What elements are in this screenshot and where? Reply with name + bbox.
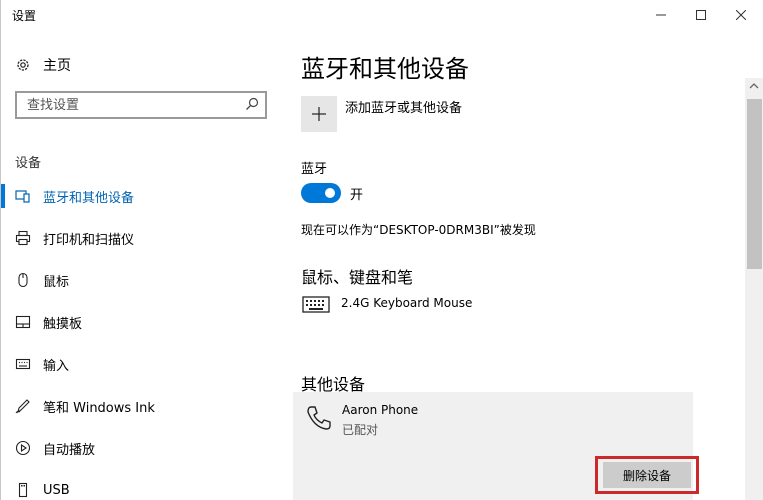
phone-icon (307, 406, 331, 430)
usb-icon (15, 482, 31, 498)
bluetooth-toggle[interactable] (301, 183, 341, 203)
minimize-button[interactable] (643, 0, 679, 30)
close-icon (736, 10, 746, 20)
sidebar-item-autoplay[interactable]: 自动播放 (1, 427, 283, 469)
sidebar: 主页 设备 蓝牙和其他设备 打印机和扫描仪 (1, 30, 283, 500)
sidebar-item-label: 输入 (43, 358, 70, 374)
sidebar-nav: 蓝牙和其他设备 打印机和扫描仪 鼠标 触摸板 输入 笔和 Windows Ink… (1, 175, 283, 500)
search-box[interactable] (15, 91, 267, 119)
home-label: 主页 (43, 58, 71, 74)
printer-icon (15, 230, 31, 246)
gear-icon (17, 59, 29, 71)
sidebar-item-label: USB (43, 482, 70, 498)
scrollbar[interactable] (745, 78, 763, 500)
remove-device-button[interactable]: 删除设备 (603, 462, 691, 488)
close-button[interactable] (723, 0, 759, 30)
mouse-keyboard-pen-heading: 鼠标、键盘和笔 (301, 268, 414, 287)
main-content: 蓝牙和其他设备 添加蓝牙或其他设备 蓝牙 开 现在可以作为“DESKTOP-0D… (293, 30, 751, 500)
scroll-up-arrow-icon[interactable] (749, 82, 759, 90)
maximize-icon (696, 10, 706, 20)
sidebar-item-typing[interactable]: 输入 (1, 343, 283, 385)
window-title: 设置 (12, 9, 37, 23)
page-title: 蓝牙和其他设备 (301, 55, 469, 83)
maximize-button[interactable] (683, 0, 719, 30)
bluetooth-heading: 蓝牙 (301, 162, 328, 177)
sidebar-item-bluetooth[interactable]: 蓝牙和其他设备 (1, 175, 283, 217)
sidebar-item-label: 自动播放 (43, 442, 96, 458)
keyboard-input-icon (15, 356, 31, 372)
plus-icon (312, 107, 326, 121)
phone-device-status: 已配对 (342, 423, 379, 437)
touchpad-icon (15, 314, 31, 330)
phone-device-name: Aaron Phone (342, 403, 419, 417)
keyboard-mouse-device[interactable]: 2.4G Keyboard Mouse (301, 293, 472, 323)
settings-window: 设置 主页 设备 (0, 0, 763, 500)
section-label-devices: 设备 (15, 156, 42, 171)
sidebar-item-printers[interactable]: 打印机和扫描仪 (1, 217, 283, 259)
sidebar-home[interactable]: 主页 (15, 54, 71, 76)
bluetooth-toggle-label: 开 (350, 188, 364, 203)
sidebar-item-label: 触摸板 (43, 316, 83, 332)
add-device-button[interactable] (301, 96, 337, 132)
keyboard-icon (302, 296, 330, 313)
mouse-icon (15, 272, 31, 288)
keyboard-device-name: 2.4G Keyboard Mouse (341, 296, 473, 310)
sidebar-item-usb[interactable]: USB (1, 469, 283, 500)
discoverable-text: 现在可以作为“DESKTOP-0DRM3BI”被发现 (301, 223, 536, 237)
sidebar-item-label: 笔和 Windows Ink (43, 400, 155, 416)
scroll-thumb[interactable] (747, 99, 762, 269)
minimize-icon (656, 14, 666, 16)
pen-icon (15, 398, 31, 414)
search-input[interactable] (17, 93, 237, 117)
sidebar-item-label: 鼠标 (43, 274, 70, 290)
sidebar-item-mouse[interactable]: 鼠标 (1, 259, 283, 301)
sidebar-item-label: 打印机和扫描仪 (43, 232, 135, 248)
add-device-label[interactable]: 添加蓝牙或其他设备 (345, 97, 462, 116)
bluetooth-devices-icon (15, 188, 31, 204)
sidebar-item-touchpad[interactable]: 触摸板 (1, 301, 283, 343)
title-bar: 设置 (1, 0, 763, 30)
toggle-knob (325, 188, 335, 198)
autoplay-icon (15, 440, 31, 456)
search-icon (246, 97, 259, 110)
sidebar-item-label: 蓝牙和其他设备 (43, 190, 135, 206)
sidebar-item-pen[interactable]: 笔和 Windows Ink (1, 385, 283, 427)
